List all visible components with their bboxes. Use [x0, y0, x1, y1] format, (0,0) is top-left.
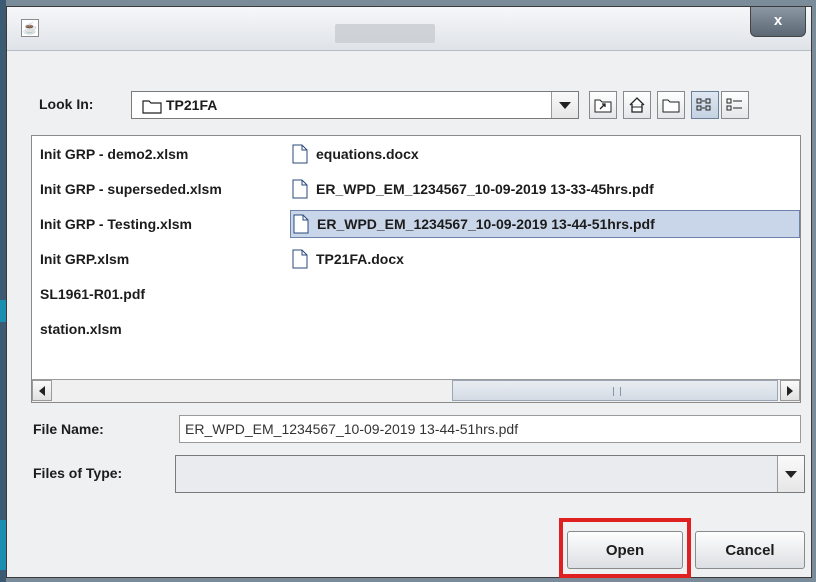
up-one-level-button[interactable]: [589, 91, 617, 119]
list-item[interactable]: Init GRP.xlsm: [40, 245, 129, 273]
open-file-dialog: ☕ x Look In: TP21FA Init GRP - demo2.xls…: [6, 6, 812, 578]
look-in-value: TP21FA: [166, 97, 218, 113]
look-in-combo[interactable]: TP21FA: [131, 91, 579, 119]
horizontal-scrollbar[interactable]: [32, 379, 800, 402]
cancel-button[interactable]: Cancel: [695, 531, 805, 569]
document-icon: [292, 144, 308, 164]
document-icon: [292, 179, 308, 199]
new-folder-icon: [662, 99, 680, 113]
document-icon: [292, 249, 308, 269]
java-coffee-icon: ☕: [21, 19, 39, 37]
list-item[interactable]: Init GRP - demo2.xlsm: [40, 140, 188, 168]
document-icon: [293, 214, 309, 234]
files-of-type-combo[interactable]: [175, 455, 805, 493]
scroll-right-button[interactable]: [780, 380, 800, 401]
list-item[interactable]: Init GRP - superseded.xlsm: [40, 175, 222, 203]
home-button[interactable]: [623, 91, 651, 119]
new-folder-button[interactable]: [657, 91, 685, 119]
home-icon: [629, 97, 645, 113]
chevron-down-icon[interactable]: [551, 92, 578, 118]
list-item[interactable]: equations.docx: [290, 140, 419, 168]
scroll-left-button[interactable]: [32, 380, 52, 401]
list-item[interactable]: SL1961-R01.pdf: [40, 280, 145, 308]
list-item[interactable]: Init GRP - Testing.xlsm: [40, 210, 192, 238]
list-item-label: TP21FA.docx: [316, 251, 404, 267]
open-button-highlight: [559, 518, 691, 578]
list-item-label: ER_WPD_EM_1234567_10-09-2019 13-44-51hrs…: [317, 216, 655, 232]
title-text-blurred: [335, 24, 435, 43]
folder-icon: [142, 100, 162, 114]
files-of-type-label: Files of Type:: [33, 465, 123, 481]
list-item-label: ER_WPD_EM_1234567_10-09-2019 13-33-45hrs…: [316, 181, 654, 197]
list-view-icon: [696, 98, 711, 111]
title-bar: ☕ x: [7, 7, 811, 51]
list-item[interactable]: TP21FA.docx: [290, 245, 404, 273]
selected-list-item[interactable]: ER_WPD_EM_1234567_10-09-2019 13-44-51hrs…: [290, 210, 800, 238]
up-one-level-icon: [594, 99, 612, 113]
close-button[interactable]: x: [750, 7, 806, 37]
list-item[interactable]: ER_WPD_EM_1234567_10-09-2019 13-33-45hrs…: [290, 175, 654, 203]
file-list[interactable]: Init GRP - demo2.xlsm Init GRP - superse…: [31, 135, 801, 403]
scrollbar-thumb[interactable]: [452, 380, 778, 401]
details-view-button[interactable]: [721, 91, 749, 119]
list-view-button[interactable]: [691, 91, 719, 119]
look-in-label: Look In:: [39, 96, 94, 112]
file-name-input[interactable]: ER_WPD_EM_1234567_10-09-2019 13-44-51hrs…: [179, 415, 801, 443]
file-name-label: File Name:: [33, 421, 104, 437]
details-view-icon: [726, 98, 742, 111]
list-item-label: equations.docx: [316, 146, 419, 162]
chevron-down-icon[interactable]: [777, 456, 804, 492]
list-item[interactable]: station.xlsm: [40, 315, 122, 343]
